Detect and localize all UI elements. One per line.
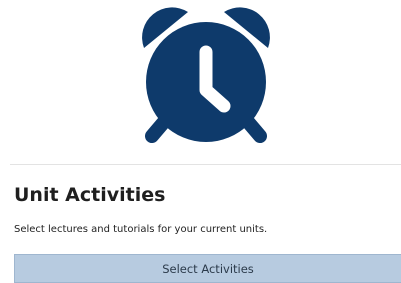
alarm-clock-icon [142,7,270,143]
card-title: Unit Activities [14,184,166,206]
select-activities-button[interactable]: Select Activities [14,254,401,283]
divider [10,164,401,165]
card-description: Select lectures and tutorials for your c… [14,224,268,235]
card-hero [0,0,401,160]
unit-activities-card: Unit Activities Select lectures and tuto… [0,0,401,283]
